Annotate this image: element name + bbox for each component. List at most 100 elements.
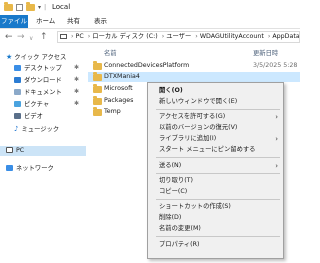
ribbon-tabs: ファイル ホーム 共有 表示 <box>0 15 300 29</box>
nav-quick-access[interactable]: ★ クイック アクセス <box>6 52 66 62</box>
folder-icon <box>93 72 102 81</box>
star-icon: ★ <box>6 53 13 61</box>
nav-quick-access-label: クイック アクセス <box>14 54 67 61</box>
menu-open[interactable]: 開く(O) <box>149 86 282 96</box>
column-headers: 名前 更新日時 <box>88 46 300 58</box>
download-icon <box>14 77 21 83</box>
pc-icon <box>60 34 67 39</box>
breadcrumb-appdata[interactable]: AppData <box>272 33 299 40</box>
pin-icon: ✱ <box>74 64 80 71</box>
navigation-pane: ★ クイック アクセス デスクトップ ✱ ダウンロード ✱ ドキュメント ✱ ピク… <box>0 46 86 263</box>
menu-delete[interactable]: 削除(D) <box>149 213 282 223</box>
recent-locations-icon[interactable]: ∨ <box>29 34 33 44</box>
nav-desktop-label: デスクトップ <box>24 65 62 72</box>
tab-view[interactable]: 表示 <box>94 15 107 28</box>
videos-icon <box>14 113 21 119</box>
folder-icon <box>93 61 102 70</box>
menu-cut[interactable]: 切り取り(T) <box>149 176 282 186</box>
nav-videos[interactable]: ビデオ <box>14 112 43 122</box>
address-bar[interactable]: › PC › ローカル ディスク (C:) › ユーザー › WDAGUtilityAc… <box>57 31 300 43</box>
address-row: ← → ∨ ↑ › PC › ローカル ディスク (C:) › ユーザー › WDAGU… <box>0 29 300 45</box>
pin-icon: ✱ <box>74 76 80 83</box>
file-row-selected[interactable]: DTXMania4 <box>88 72 300 82</box>
forward-arrow-icon[interactable]: → <box>17 32 25 42</box>
menu-open-new-window[interactable]: 新しいウィンドウで開く(E) <box>149 97 282 107</box>
menu-give-access[interactable]: アクセスを許可する(G) › <box>149 112 282 122</box>
documents-icon <box>14 89 21 95</box>
folder-icon <box>93 96 102 105</box>
nav-pc[interactable]: PC <box>0 146 86 156</box>
breadcrumb-users[interactable]: ユーザー <box>166 33 191 40</box>
nav-documents[interactable]: ドキュメント <box>14 88 62 98</box>
new-folder-icon[interactable] <box>26 1 35 11</box>
quick-access-toolbar: ▾ | <box>4 1 47 11</box>
menu-pin-start[interactable]: スタート メニューにピン留めする <box>149 145 282 155</box>
menu-separator <box>156 157 280 158</box>
menu-copy[interactable]: コピー(C) <box>149 187 282 197</box>
up-arrow-icon[interactable]: ↑ <box>40 32 48 42</box>
submenu-arrow-icon: › <box>275 162 278 170</box>
submenu-arrow-icon: › <box>275 135 278 143</box>
desktop-icon <box>14 65 21 71</box>
tab-home[interactable]: ホーム <box>36 15 55 28</box>
music-icon: ♪ <box>14 125 19 133</box>
pin-icon: ✱ <box>74 100 80 107</box>
tab-file[interactable]: ファイル <box>0 15 28 28</box>
folder-icon <box>93 107 102 116</box>
folder-icon <box>4 1 13 11</box>
menu-include-library-label: ライブラリに追加(I) <box>159 135 217 142</box>
menu-separator <box>156 109 280 110</box>
folder-icon <box>93 84 102 93</box>
pin-icon: ✱ <box>74 88 80 95</box>
tab-share[interactable]: 共有 <box>67 15 80 28</box>
file-name: ConnectedDevicesPlatform <box>104 62 190 69</box>
menu-separator <box>156 199 280 200</box>
nav-desktop[interactable]: デスクトップ <box>14 64 62 74</box>
menu-send-to[interactable]: 送る(N) › <box>149 161 282 171</box>
file-name: Packages <box>104 97 134 104</box>
breadcrumb-account[interactable]: WDAGUtilityAccount <box>200 33 264 40</box>
breadcrumb-separator: › <box>267 33 271 40</box>
pictures-icon <box>14 101 21 107</box>
nav-pictures[interactable]: ピクチャ <box>14 100 49 110</box>
pc-icon <box>6 147 13 153</box>
column-modified[interactable]: 更新日時 <box>253 48 278 57</box>
properties-icon[interactable] <box>16 3 23 11</box>
nav-network-label: ネットワーク <box>16 165 54 172</box>
nav-downloads[interactable]: ダウンロード <box>14 76 62 86</box>
breadcrumb-pc[interactable]: PC <box>76 33 84 40</box>
file-row[interactable]: ConnectedDevicesPlatform 3/5/2025 5:28 P… <box>88 61 300 79</box>
title-separator: | <box>44 3 47 11</box>
menu-properties[interactable]: プロパティ(R) <box>149 240 282 250</box>
back-arrow-icon[interactable]: ← <box>5 32 13 42</box>
network-icon <box>6 165 13 171</box>
window-title: Local <box>52 3 71 11</box>
breadcrumb-local-disk[interactable]: ローカル ディスク (C:) <box>92 33 157 40</box>
nav-pictures-label: ピクチャ <box>24 101 50 108</box>
title-bar: ▾ | Local <box>0 0 300 15</box>
breadcrumb-separator: › <box>161 33 165 40</box>
nav-music[interactable]: ♪ ミュージック <box>14 124 59 134</box>
menu-create-shortcut[interactable]: ショートカットの作成(S) <box>149 202 282 212</box>
nav-videos-label: ビデオ <box>24 113 43 120</box>
nav-music-label: ミュージック <box>21 126 60 133</box>
menu-give-access-label: アクセスを許可する(G) <box>159 113 226 120</box>
menu-separator <box>156 173 280 174</box>
nav-pc-label: PC <box>16 147 25 154</box>
breadcrumb-separator: › <box>195 33 198 40</box>
column-name[interactable]: 名前 <box>104 48 117 57</box>
menu-restore-versions[interactable]: 以前のバージョンの復元(V) <box>149 123 282 133</box>
customize-toolbar-icon[interactable]: ▾ <box>38 4 41 11</box>
menu-include-library[interactable]: ライブラリに追加(I) › <box>149 134 282 144</box>
breadcrumb-separator: › <box>71 33 74 40</box>
menu-rename[interactable]: 名前の変更(M) <box>149 224 282 234</box>
nav-network[interactable]: ネットワーク <box>6 164 54 174</box>
breadcrumb-separator: › <box>87 33 91 40</box>
file-name: DTXMania4 <box>104 73 140 80</box>
menu-separator <box>156 236 280 237</box>
menu-send-to-label: 送る(N) <box>159 162 182 169</box>
nav-downloads-label: ダウンロード <box>24 77 62 84</box>
submenu-arrow-icon: › <box>275 113 278 121</box>
nav-documents-label: ドキュメント <box>24 89 62 96</box>
context-menu: 開く(O) 新しいウィンドウで開く(E) アクセスを許可する(G) › 以前のバー… <box>147 82 284 259</box>
